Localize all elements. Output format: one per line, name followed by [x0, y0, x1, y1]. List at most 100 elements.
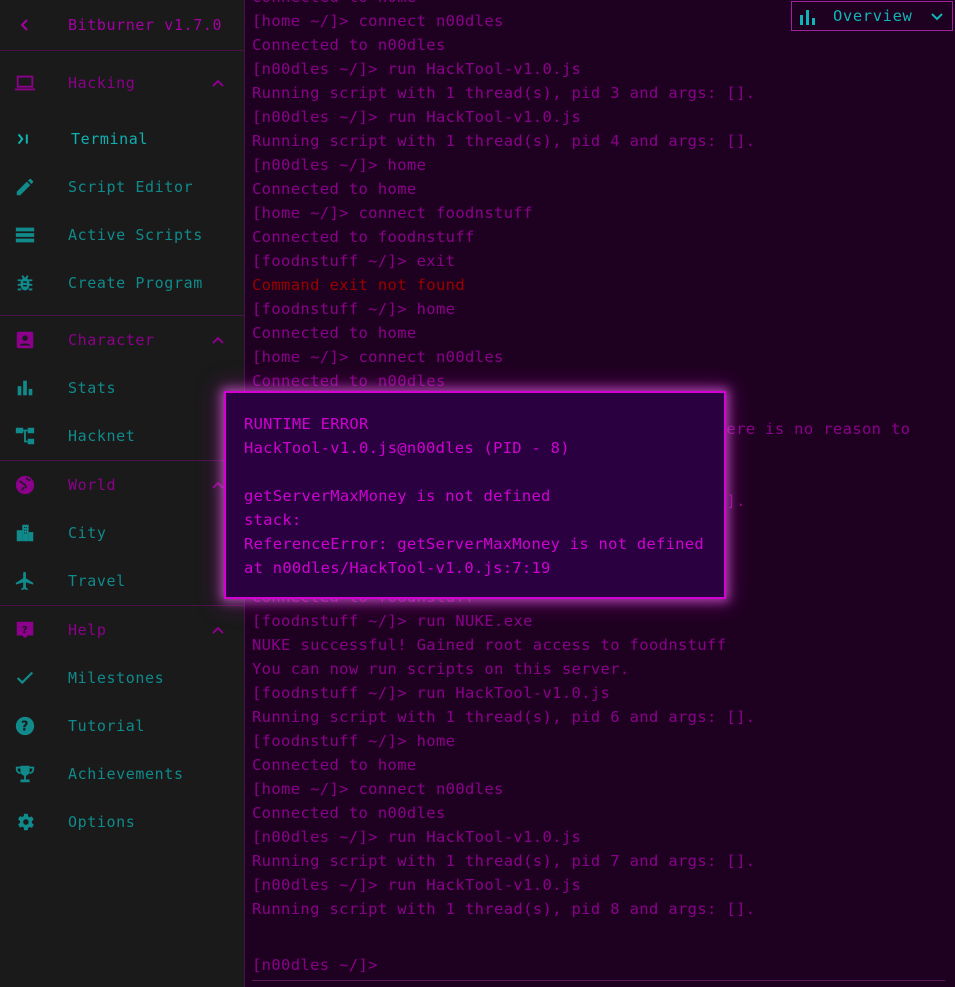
- dialog-error-message: getServerMaxMoney is not defined: [244, 487, 551, 505]
- sidebar-section-label: Help: [68, 621, 107, 639]
- live-help-icon: ?: [14, 619, 36, 641]
- sidebar-item-create-program[interactable]: Create Program: [0, 259, 245, 307]
- gear-icon: [14, 811, 36, 833]
- chevron-left-icon: [14, 14, 36, 36]
- terminal-line: Connected to home: [252, 756, 417, 774]
- terminal-line: [foodnstuff ~/]> run NUKE.exe: [252, 612, 533, 630]
- terminal-line: Connected to foodnstuff: [252, 228, 475, 246]
- chevron-up-icon: [211, 76, 225, 90]
- chevron-up-icon: [211, 623, 225, 637]
- terminal-line: [n00dles ~/]> run HackTool-v1.0.js: [252, 828, 582, 846]
- sidebar-item-label: Tutorial: [68, 717, 146, 735]
- dialog-stack-location: at n00dles/HackTool-v1.0.js:7:19: [244, 559, 551, 577]
- terminal-line: [foodnstuff ~/]> home: [252, 300, 456, 318]
- terminal-line: [foodnstuff ~/]> home: [252, 732, 456, 750]
- terminal-line: Connected to n00dles: [252, 372, 446, 390]
- sidebar-item-label: Create Program: [68, 274, 203, 292]
- terminal-line: Connected to home: [252, 180, 417, 198]
- sidebar-item-label: Achievements: [68, 765, 184, 783]
- bar-chart-icon: [799, 8, 817, 26]
- sidebar-section-hacking[interactable]: Hacking: [0, 59, 245, 107]
- sidebar-item-label: Milestones: [68, 669, 165, 687]
- sidebar-section-world[interactable]: World: [0, 461, 245, 509]
- svg-text:?: ?: [22, 625, 28, 636]
- sidebar-collapse-button[interactable]: Bitburner v1.7.0: [0, 1, 245, 49]
- sidebar-item-hacknet[interactable]: Hacknet: [0, 412, 245, 460]
- runtime-error-dialog[interactable]: RUNTIME ERROR HackTool-v1.0.js@n00dles (…: [224, 391, 726, 599]
- pencil-icon: [14, 176, 36, 198]
- sidebar-divider: [0, 50, 245, 51]
- globe-icon: [14, 474, 36, 496]
- sidebar-item-script-editor[interactable]: Script Editor: [0, 163, 245, 211]
- overview-label: Overview: [833, 7, 913, 25]
- dialog-stack-error: ReferenceError: getServerMaxMoney is not…: [244, 535, 704, 553]
- chevron-down-icon[interactable]: [930, 10, 944, 24]
- sidebar-item-terminal[interactable]: Terminal: [0, 115, 245, 163]
- sidebar-item-label: Terminal: [71, 130, 149, 148]
- sidebar-section-character[interactable]: Character: [0, 316, 245, 364]
- dialog-title: RUNTIME ERROR: [244, 415, 369, 433]
- sidebar-item-label: Script Editor: [68, 178, 194, 196]
- sidebar-item-options[interactable]: Options: [0, 798, 245, 846]
- sidebar-item-label: Travel: [68, 572, 126, 590]
- storage-icon: [14, 224, 36, 246]
- sidebar: Bitburner v1.7.0 Hacking Terminal Script…: [0, 0, 245, 987]
- terminal-line: Running script with 1 thread(s), pid 8 a…: [252, 900, 756, 918]
- bar-chart-icon: [14, 377, 36, 399]
- terminal-error-line: Command exit not found: [252, 276, 465, 294]
- terminal-line: [home ~/]> connect foodnstuff: [252, 204, 533, 222]
- terminal-line: [home ~/]> connect n00dles: [252, 780, 504, 798]
- terminal-line: [n00dles ~/]> run HackTool-v1.0.js: [252, 108, 582, 126]
- terminal-line: Running script with 1 thread(s), pid 3 a…: [252, 84, 756, 102]
- terminal-line: NUKE successful! Gained root access to f…: [252, 636, 727, 654]
- trophy-icon: [14, 763, 36, 785]
- chevron-up-icon: [211, 478, 225, 492]
- app-title: Bitburner v1.7.0: [68, 16, 223, 34]
- sidebar-item-stats[interactable]: Stats: [0, 364, 245, 412]
- sidebar-item-milestones[interactable]: Milestones: [0, 654, 245, 702]
- bug-icon: [14, 272, 36, 294]
- laptop-icon: [14, 72, 36, 94]
- dialog-stack-label: stack:: [244, 511, 302, 529]
- terminal-line: [n00dles ~/]> run HackTool-v1.0.js: [252, 876, 582, 894]
- sidebar-item-tutorial[interactable]: ? Tutorial: [0, 702, 245, 750]
- account-tree-icon: [14, 425, 36, 447]
- sidebar-item-label: Hacknet: [68, 427, 136, 445]
- terminal-prompt[interactable]: [n00dles ~/]>: [252, 953, 378, 977]
- terminal-line: Running script with 1 thread(s), pid 7 a…: [252, 852, 756, 870]
- dialog-blank-line: [244, 460, 724, 484]
- sidebar-item-achievements[interactable]: Achievements: [0, 750, 245, 798]
- terminal-icon: [14, 128, 36, 150]
- terminal-line: Running script with 1 thread(s), pid 4 a…: [252, 132, 756, 150]
- sidebar-item-active-scripts[interactable]: Active Scripts: [0, 211, 245, 259]
- overview-toggle[interactable]: Overview: [791, 1, 953, 31]
- terminal-line: You can now run scripts on this server.: [252, 660, 630, 678]
- sidebar-item-label: Active Scripts: [68, 226, 203, 244]
- help-icon: ?: [14, 715, 36, 737]
- city-icon: [14, 522, 36, 544]
- sidebar-item-city[interactable]: City: [0, 509, 245, 557]
- svg-text:?: ?: [21, 720, 29, 735]
- sidebar-item-label: Options: [68, 813, 136, 831]
- terminal-line: [n00dles ~/]> home: [252, 156, 427, 174]
- check-icon: [14, 667, 36, 689]
- terminal-line: [home ~/]> connect n00dles: [252, 348, 504, 366]
- sidebar-section-label: Hacking: [68, 74, 136, 92]
- app-root: Bitburner v1.7.0 Hacking Terminal Script…: [0, 0, 955, 987]
- terminal-line: Connected to home: [252, 324, 417, 342]
- chevron-up-icon: [211, 333, 225, 347]
- airplane-icon: [14, 570, 36, 592]
- sidebar-item-label: Stats: [68, 379, 117, 397]
- sidebar-section-label: Character: [68, 331, 155, 349]
- terminal-line: Connected to n00dles: [252, 36, 446, 54]
- sidebar-section-label: World: [68, 476, 117, 494]
- sidebar-item-travel[interactable]: Travel: [0, 557, 245, 605]
- terminal-line: [n00dles ~/]> run HackTool-v1.0.js: [252, 60, 582, 78]
- sidebar-item-label: City: [68, 524, 107, 542]
- sidebar-section-help[interactable]: ? Help: [0, 606, 245, 654]
- terminal-line: Connected to n00dles: [252, 804, 446, 822]
- account-box-icon: [14, 329, 36, 351]
- terminal-line: [foodnstuff ~/]> exit: [252, 252, 456, 270]
- terminal-line: Running script with 1 thread(s), pid 6 a…: [252, 708, 756, 726]
- terminal-input-underline: [252, 980, 945, 981]
